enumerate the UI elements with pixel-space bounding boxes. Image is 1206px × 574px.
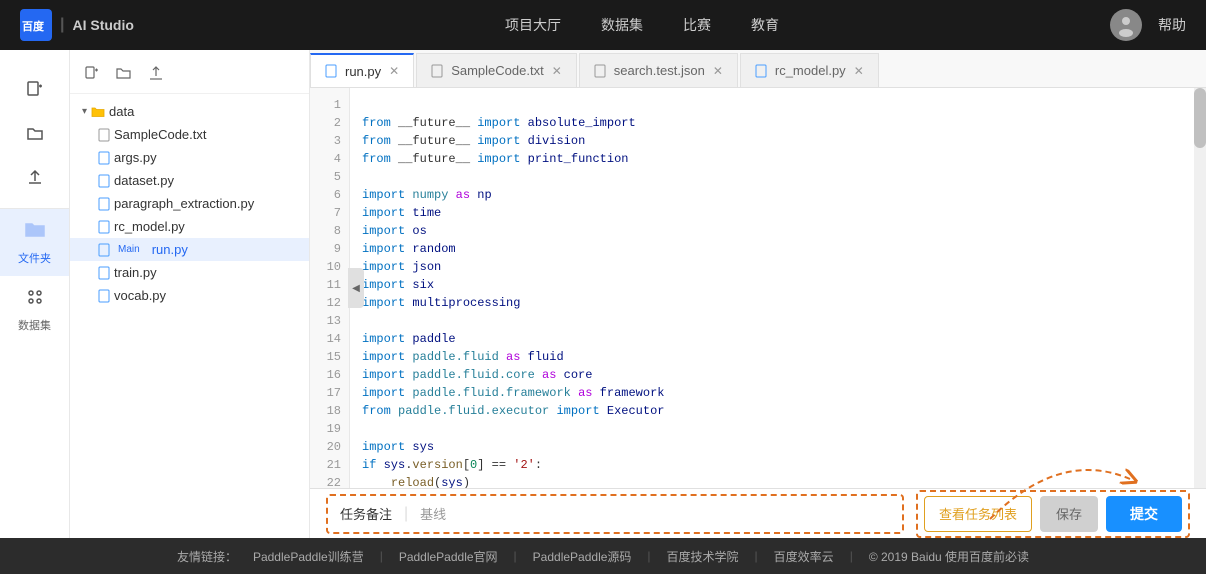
main-area: 文件夹 数据集 (0, 50, 1206, 538)
main-badge: Main (114, 243, 144, 256)
collapse-button[interactable]: ◀ (348, 268, 364, 308)
sidebar: 文件夹 数据集 (0, 50, 70, 538)
baidu-logo: 百度 (20, 9, 52, 41)
sidebar-item-files[interactable]: 文件夹 (0, 209, 69, 276)
file-samplecode[interactable]: SampleCode.txt (70, 123, 309, 146)
view-tasks-button[interactable]: 查看任务列表 (924, 496, 1032, 532)
upload-tree-icon[interactable] (144, 64, 168, 87)
baseline-label: 基线 (420, 504, 446, 523)
nav-item-datasets[interactable]: 数据集 (601, 11, 643, 39)
tab-searchjson[interactable]: search.test.json ✕ (579, 53, 738, 87)
topnav-menu: 项目大厅 数据集 比赛 教育 (174, 11, 1110, 39)
topnav-right: 帮助 (1110, 9, 1186, 41)
tab-label: search.test.json (614, 63, 705, 78)
footer-links-label: 友情链接： (177, 548, 237, 565)
code-editor: ◀ 12345678910111213141516171819202122232… (310, 88, 1206, 488)
file-name: paragraph_extraction.py (114, 196, 254, 211)
footer-link-paddleweb[interactable]: PaddlePaddle官网 (399, 548, 498, 565)
new-file-icon[interactable] (80, 64, 104, 87)
nav-item-projects[interactable]: 项目大厅 (505, 11, 561, 39)
help-link[interactable]: 帮助 (1158, 15, 1186, 35)
editor-area: run.py ✕ SampleCode.txt ✕ search.test.js… (310, 50, 1206, 538)
logo-area: 百度 | AI Studio (20, 9, 134, 41)
avatar[interactable] (1110, 9, 1142, 41)
bottom-bar: 任务备注 | 基线 查看任务列表 保存 提交 (310, 488, 1206, 538)
tab-close-rcmodel[interactable]: ✕ (854, 64, 864, 78)
svg-text:百度: 百度 (22, 19, 45, 33)
submit-button[interactable]: 提交 (1106, 496, 1182, 532)
tab-close-searchjson[interactable]: ✕ (713, 64, 723, 78)
dataset-icon (24, 286, 46, 313)
folder-name: data (109, 104, 134, 119)
tab-close-samplecode[interactable]: ✕ (552, 64, 562, 78)
task-note-label: 任务备注 (340, 504, 392, 523)
folder-data[interactable]: ▾ data (70, 100, 309, 123)
code-content[interactable]: from __future__ import absolute_import f… (350, 88, 1206, 488)
task-area: 任务备注 | 基线 (326, 494, 904, 534)
sidebar-item-datasets[interactable]: 数据集 (0, 276, 69, 343)
upload-button[interactable] (15, 158, 55, 198)
separator: | (404, 505, 408, 523)
footer-link-paddlesrc[interactable]: PaddlePaddle源码 (533, 548, 632, 565)
sidebar-datasets-label: 数据集 (18, 317, 51, 333)
file-name: dataset.py (114, 173, 174, 188)
footer-copyright: © 2019 Baidu 使用百度前必读 (869, 548, 1029, 565)
file-name: vocab.py (114, 288, 166, 303)
file-name: train.py (114, 265, 157, 280)
file-tree-toolbar (70, 58, 309, 94)
footer: 友情链接： PaddlePaddle训练营 | PaddlePaddle官网 |… (0, 538, 1206, 574)
scrollbar-thumb[interactable] (1194, 88, 1206, 148)
tab-samplecode[interactable]: SampleCode.txt ✕ (416, 53, 577, 87)
topnav: 百度 | AI Studio 项目大厅 数据集 比赛 教育 帮助 (0, 0, 1206, 50)
new-file-button[interactable] (15, 70, 55, 110)
file-name: args.py (114, 150, 157, 165)
file-vocab[interactable]: vocab.py (70, 284, 309, 307)
tab-rcmodel[interactable]: rc_model.py ✕ (740, 53, 879, 87)
file-runpy[interactable]: Main run.py (70, 238, 309, 261)
sidebar-files-label: 文件夹 (18, 250, 51, 266)
footer-link-paddlecamp[interactable]: PaddlePaddle训练营 (253, 548, 364, 565)
chevron-down-icon: ▾ (82, 106, 87, 117)
tab-runpy[interactable]: run.py ✕ (310, 53, 414, 87)
file-tree-content: ▾ data SampleCode.txt args.py dataset.py… (70, 94, 309, 313)
topnav-divider: | (60, 16, 64, 34)
right-buttons-area: 查看任务列表 保存 提交 (916, 490, 1190, 538)
file-paragraph[interactable]: paragraph_extraction.py (70, 192, 309, 215)
tab-label: run.py (345, 64, 381, 79)
folder-icon (24, 219, 46, 246)
tab-close-runpy[interactable]: ✕ (389, 64, 399, 78)
file-train[interactable]: train.py (70, 261, 309, 284)
save-button[interactable]: 保存 (1040, 496, 1098, 532)
file-args[interactable]: args.py (70, 146, 309, 169)
new-folder-icon[interactable] (112, 64, 136, 87)
file-name: rc_model.py (114, 219, 185, 234)
file-name: run.py (152, 242, 188, 257)
file-name: SampleCode.txt (114, 127, 207, 142)
nav-item-competition[interactable]: 比赛 (683, 11, 711, 39)
tab-bar: run.py ✕ SampleCode.txt ✕ search.test.js… (310, 50, 1206, 88)
file-tree: ▾ data SampleCode.txt args.py dataset.py… (70, 50, 310, 538)
nav-item-education[interactable]: 教育 (751, 11, 779, 39)
file-dataset[interactable]: dataset.py (70, 169, 309, 192)
scrollbar-track (1194, 88, 1206, 488)
line-numbers: 123456789101112131415161718192021222324 (310, 88, 350, 488)
footer-link-efficiency[interactable]: 百度效率云 (774, 548, 834, 565)
tab-label: SampleCode.txt (451, 63, 544, 78)
file-rcmodel[interactable]: rc_model.py (70, 215, 309, 238)
sidebar-toolbar (0, 60, 69, 209)
footer-link-baiduacademy[interactable]: 百度技术学院 (667, 548, 739, 565)
studio-label: AI Studio (72, 17, 133, 33)
tab-label: rc_model.py (775, 63, 846, 78)
new-folder-button[interactable] (15, 114, 55, 154)
